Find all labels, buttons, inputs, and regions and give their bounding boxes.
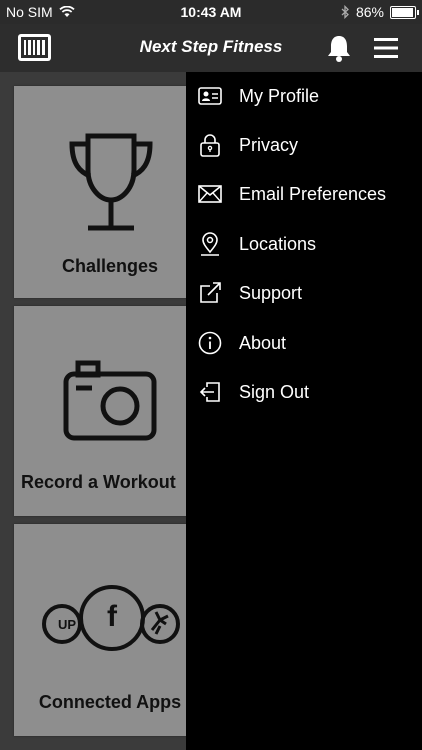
menu-label-email-preferences: Email Preferences: [239, 183, 387, 204]
trophy-icon: [69, 133, 153, 231]
bluetooth-icon: [341, 5, 349, 19]
menu-label-privacy: Privacy: [239, 134, 299, 155]
menu-item-email-preferences[interactable]: Email Preferences: [186, 174, 422, 214]
camera-icon: [63, 360, 157, 441]
tile-label-challenges: Challenges: [61, 256, 159, 276]
menu-label-about: About: [239, 332, 287, 353]
menu-label-support: Support: [239, 282, 303, 303]
envelope-icon: [198, 185, 222, 203]
app-header: Next Step Fitness: [0, 24, 422, 72]
battery-fill: [392, 7, 413, 17]
map-pin-icon: [201, 232, 219, 256]
menu-label-sign-out: Sign Out: [239, 381, 310, 402]
menu-item-locations[interactable]: Locations: [186, 224, 422, 264]
side-menu: My Profile Privacy Email Preferences Loc…: [186, 72, 422, 750]
menu-item-support[interactable]: Support: [186, 273, 422, 313]
tile-label-connected-apps: Connected Apps: [38, 692, 182, 712]
battery-icon: [390, 5, 419, 19]
status-right: 86%: [341, 4, 419, 20]
menu-item-privacy[interactable]: Privacy: [186, 125, 422, 165]
battery-percent: 86%: [355, 4, 384, 20]
id-card-icon: [198, 87, 222, 105]
facebook-app-text: f: [107, 600, 117, 633]
menu-item-about[interactable]: About: [186, 323, 422, 363]
external-link-icon: [200, 282, 221, 303]
menu-label-locations: Locations: [239, 233, 317, 254]
menu-item-sign-out[interactable]: Sign Out: [186, 372, 422, 412]
hamburger-menu-icon[interactable]: [374, 37, 398, 59]
bell-icon[interactable]: [326, 34, 352, 62]
app-title: Next Step Fitness: [139, 37, 283, 56]
lock-icon: [200, 134, 220, 157]
up-app-text: UP: [57, 617, 77, 632]
info-icon: [198, 331, 222, 355]
sign-out-icon: [199, 382, 220, 402]
menu-item-my-profile[interactable]: My Profile: [186, 76, 422, 116]
status-bar: No SIM 10:43 AM 86%: [0, 0, 422, 24]
menu-label-my-profile: My Profile: [239, 85, 320, 106]
